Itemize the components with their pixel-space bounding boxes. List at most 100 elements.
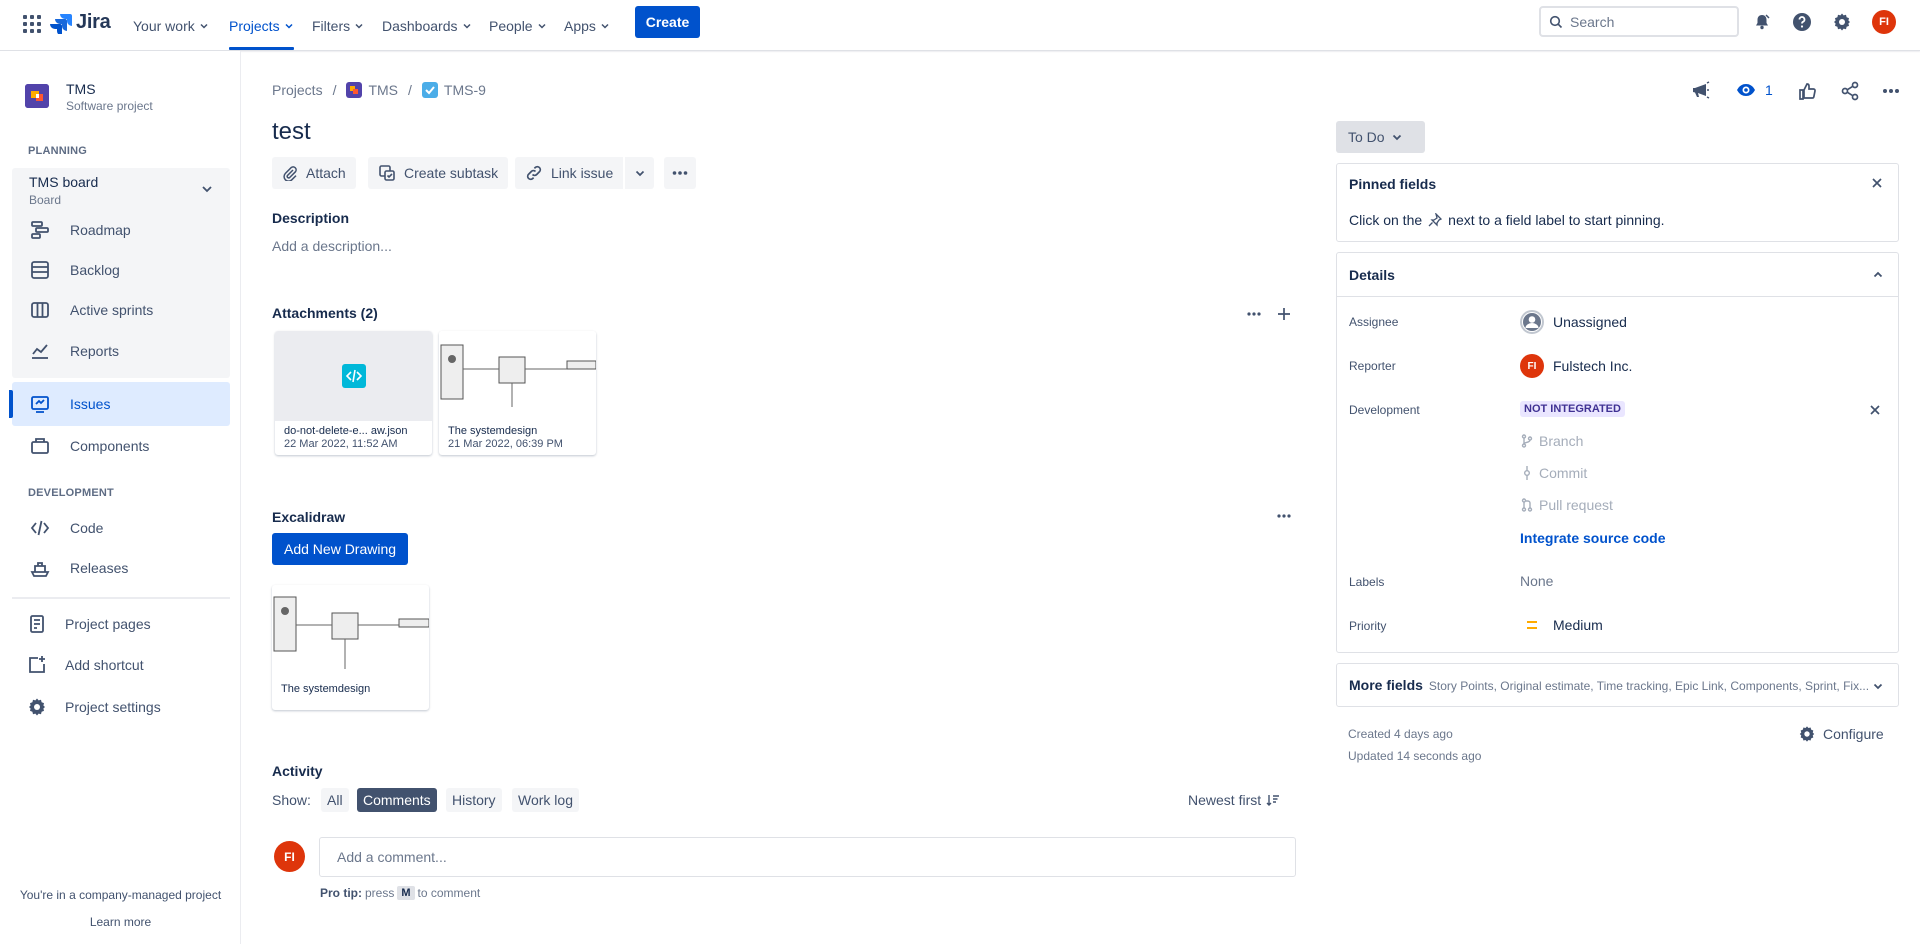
sidebar-item-label: Backlog [70, 262, 120, 278]
assignee-value[interactable]: Unassigned [1520, 310, 1627, 334]
pro-tip-key: M [397, 886, 415, 900]
pull-request-label: Pull request [1539, 497, 1613, 513]
board-title[interactable]: TMS board [29, 174, 98, 190]
description-field[interactable]: Add a description... [272, 238, 392, 254]
sidebar-item-backlog[interactable]: Backlog [28, 250, 120, 290]
breadcrumb-issue[interactable]: TMS-9 [421, 82, 486, 98]
add-new-drawing-button[interactable]: Add New Drawing [272, 533, 409, 565]
reporter-label: Reporter [1349, 359, 1396, 373]
close-icon[interactable] [1870, 176, 1884, 190]
settings-icon[interactable] [1830, 10, 1854, 34]
create-subtask-label: Create subtask [404, 165, 499, 181]
attach-button[interactable]: Attach [272, 157, 356, 189]
sidebar-item-project-pages[interactable]: Project pages [25, 604, 151, 644]
configure-label: Configure [1823, 726, 1884, 742]
more-issue-actions-button[interactable] [664, 157, 696, 189]
feedback-megaphone-icon[interactable] [1688, 78, 1712, 102]
status-dropdown[interactable]: To Do [1336, 121, 1425, 153]
sidebar-item-project-settings[interactable]: Project settings [25, 687, 161, 727]
pinned-title-label: Pinned fields [1349, 176, 1437, 192]
sort-button[interactable]: Newest first [1188, 792, 1280, 808]
watch-count: 1 [1765, 82, 1773, 98]
excalidraw-more-icon[interactable] [1272, 504, 1296, 528]
activity-filter-comments[interactable]: Comments [357, 788, 437, 812]
drawing-name: The systemdesign [281, 683, 371, 695]
app-switcher-icon[interactable] [20, 12, 44, 36]
nav-your-work[interactable]: Your work [133, 0, 209, 51]
sidebar-item-roadmap[interactable]: Roadmap [28, 210, 131, 250]
attachment-name: The systemdesign [448, 425, 538, 437]
notifications-icon[interactable] [1750, 10, 1774, 34]
sidebar-item-issues[interactable]: Issues [28, 384, 110, 424]
details-header[interactable]: Details [1337, 253, 1898, 297]
sidebar-item-add-shortcut[interactable]: Add shortcut [25, 645, 144, 685]
ship-icon [28, 556, 52, 580]
more-fields-panel[interactable]: More fields Story Points, Original estim… [1336, 663, 1899, 707]
activity-filter-all[interactable]: All [321, 788, 349, 812]
code-file-icon [341, 364, 366, 388]
roadmap-icon [28, 218, 52, 242]
pinned-fields-panel: Pinned fields Click on the next to a fie… [1336, 163, 1899, 242]
integrate-source-code-link[interactable]: Integrate source code [1520, 530, 1666, 546]
watch-button[interactable]: 1 [1736, 80, 1773, 100]
nav-filters[interactable]: Filters [312, 0, 364, 51]
project-header[interactable]: TMS Software project [25, 81, 153, 113]
nav-label: Your work [133, 17, 195, 34]
sidebar-item-label: Add shortcut [65, 657, 144, 673]
user-avatar[interactable]: FI [1872, 10, 1896, 34]
sidebar-item-components[interactable]: Components [28, 426, 149, 466]
create-button[interactable]: Create [635, 6, 700, 38]
more-actions-icon[interactable] [1879, 79, 1903, 103]
breadcrumb-projects[interactable]: Projects [272, 82, 323, 98]
project-avatar-icon [346, 82, 363, 98]
close-icon[interactable] [1868, 403, 1882, 417]
create-subtask-button[interactable]: Create subtask [368, 157, 509, 189]
attachment-card[interactable]: The systemdesign 21 Mar 2022, 06:39 PM [439, 331, 596, 455]
sidebar-item-releases[interactable]: Releases [28, 548, 128, 588]
pro-tip-press: press [365, 886, 395, 900]
link-issue-dropdown[interactable] [624, 157, 654, 189]
nav-apps[interactable]: Apps [564, 0, 610, 51]
help-icon[interactable] [1790, 10, 1814, 34]
activity-filter-history[interactable]: History [446, 788, 502, 812]
jira-logo[interactable]: Jira [50, 11, 111, 34]
sidebar-item-active-sprints[interactable]: Active sprints [28, 290, 153, 330]
attachments-more-icon[interactable] [1242, 302, 1266, 326]
nav-dashboards[interactable]: Dashboards [382, 0, 472, 51]
sidebar-item-reports[interactable]: Reports [28, 331, 119, 371]
learn-more-link[interactable]: Learn more [0, 915, 241, 929]
share-icon[interactable] [1838, 79, 1862, 103]
configure-button[interactable]: Configure [1798, 725, 1884, 743]
search-input[interactable] [1570, 13, 1720, 30]
reporter-value[interactable]: FI Fulstech Inc. [1520, 354, 1632, 378]
issue-title[interactable]: test [272, 118, 311, 146]
nav-label: Projects [229, 17, 280, 34]
pro-tip-rest: to comment [417, 886, 481, 900]
chevron-down-icon [601, 23, 609, 29]
like-icon[interactable] [1796, 79, 1820, 103]
eye-icon [1737, 84, 1755, 96]
link-issue-button[interactable]: Link issue [515, 157, 624, 189]
nav-people[interactable]: People [489, 0, 547, 51]
planning-header: PLANNING [28, 145, 88, 157]
search-box[interactable] [1539, 6, 1739, 37]
sidebar-item-code[interactable]: Code [28, 508, 103, 548]
attachment-card[interactable]: do-not-delete-e... aw.json 22 Mar 2022, … [275, 331, 432, 455]
components-icon [28, 434, 52, 458]
chart-icon [28, 339, 52, 363]
board-subtitle: Board [29, 193, 62, 207]
breadcrumb-project[interactable]: TMS [346, 82, 398, 98]
comment-input[interactable]: Add a comment... [319, 837, 1296, 877]
chevron-down-icon [200, 23, 208, 29]
subtask-icon [379, 165, 395, 181]
priority-value[interactable]: Medium [1520, 617, 1603, 633]
project-sidebar: TMS Software project PLANNING TMS board … [0, 51, 241, 944]
add-attachment-icon[interactable] [1272, 302, 1296, 326]
drawing-card[interactable]: The systemdesign [272, 585, 429, 710]
labels-value[interactable]: None [1520, 573, 1553, 589]
chevron-down-icon[interactable] [200, 182, 214, 196]
nav-projects[interactable]: Projects [229, 0, 294, 51]
priority-text: Medium [1553, 617, 1603, 633]
chevron-down-icon [1873, 683, 1883, 690]
activity-filter-worklog[interactable]: Work log [512, 788, 579, 812]
